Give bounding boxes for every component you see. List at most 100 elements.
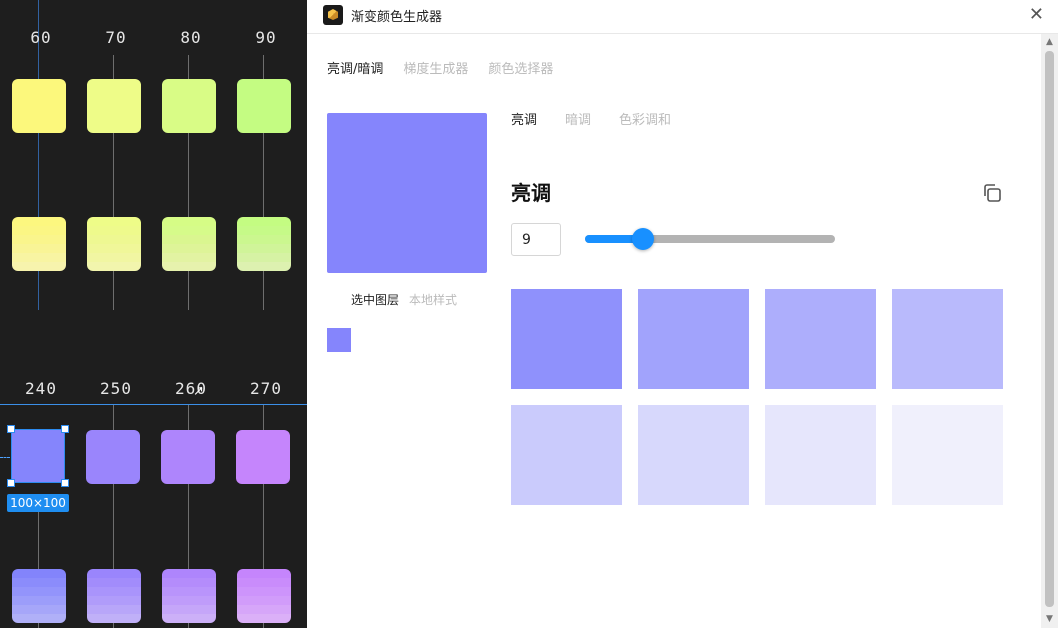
gradient-block-80[interactable]: [162, 217, 216, 271]
gradient-band: [237, 253, 291, 262]
selected-layer-color-swatch[interactable]: [327, 328, 351, 352]
title-bar: 渐变颜色生成器 ✕: [307, 0, 1058, 34]
gradient-band: [162, 244, 216, 253]
tab-tints-shades[interactable]: 亮调/暗调: [327, 58, 383, 77]
gradient-band: [237, 262, 291, 271]
tint-swatch[interactable]: [765, 405, 876, 505]
gradient-band: [237, 614, 291, 623]
tab-selected-layer[interactable]: 选中图层: [351, 291, 399, 308]
base-color-preview: [327, 113, 487, 273]
tint-swatch[interactable]: [765, 289, 876, 389]
resize-handle[interactable]: [61, 479, 69, 487]
color-swatch-70[interactable]: [87, 79, 141, 133]
color-swatch-250[interactable]: [86, 430, 140, 484]
gradient-band: [12, 226, 66, 235]
gradient-band: [12, 596, 66, 605]
gradient-band: [162, 226, 216, 235]
tint-swatch[interactable]: [892, 289, 1003, 389]
mode-tabs: 亮调 暗调 色彩调和: [511, 109, 671, 128]
resize-handle[interactable]: [7, 425, 15, 433]
column-label-90: 90: [255, 28, 277, 47]
gradient-band: [162, 262, 216, 271]
gradient-band: [12, 235, 66, 244]
steps-count-input[interactable]: [511, 223, 561, 256]
gradient-band: [162, 605, 216, 614]
gradient-band: [87, 569, 141, 578]
tint-swatch[interactable]: [892, 405, 1003, 505]
column-label-60: 60: [30, 28, 52, 47]
gradient-band: [12, 605, 66, 614]
source-tabs: 选中图层 本地样式: [351, 291, 457, 308]
horizontal-dashed-guide: [0, 457, 10, 458]
gradient-band: [162, 596, 216, 605]
tint-swatch[interactable]: [638, 289, 749, 389]
color-swatch-260[interactable]: [161, 430, 215, 484]
tint-swatch[interactable]: [638, 405, 749, 505]
gradient-block-270[interactable]: [237, 569, 291, 623]
pointer-cursor-icon: ↗: [193, 384, 204, 399]
gradient-band: [87, 605, 141, 614]
color-swatch-60[interactable]: [12, 79, 66, 133]
slider-thumb[interactable]: [632, 228, 654, 250]
gradient-block-260[interactable]: [162, 569, 216, 623]
gradient-band: [12, 262, 66, 271]
scrollbar-thumb[interactable]: [1045, 51, 1054, 607]
color-swatch-90[interactable]: [237, 79, 291, 133]
gradient-band: [237, 235, 291, 244]
resize-handle[interactable]: [7, 479, 15, 487]
gradient-band: [87, 253, 141, 262]
color-swatch-270[interactable]: [236, 430, 290, 484]
gradient-block-60[interactable]: [12, 217, 66, 271]
gradient-block-240[interactable]: [12, 569, 66, 623]
gradient-band: [87, 587, 141, 596]
vertical-scrollbar[interactable]: ▲ ▼: [1041, 34, 1058, 628]
gradient-band: [12, 569, 66, 578]
gradient-band: [12, 217, 66, 226]
column-label-260: 260: [175, 379, 207, 398]
tab-color-picker[interactable]: 颜色选择器: [488, 58, 553, 77]
gradient-block-250[interactable]: [87, 569, 141, 623]
color-swatch-80[interactable]: [162, 79, 216, 133]
gradient-band: [237, 605, 291, 614]
gradient-block-90[interactable]: [237, 217, 291, 271]
copy-icon[interactable]: [980, 181, 1004, 205]
gradient-band: [237, 596, 291, 605]
close-icon[interactable]: ✕: [1029, 5, 1044, 25]
gradient-band: [237, 226, 291, 235]
gradient-band: [162, 614, 216, 623]
scroll-down-arrow-icon[interactable]: ▼: [1041, 611, 1058, 628]
gradient-band: [237, 217, 291, 226]
gradient-band: [237, 244, 291, 253]
gradient-band: [87, 244, 141, 253]
gradient-band: [87, 578, 141, 587]
tab-tints[interactable]: 亮调: [511, 109, 537, 128]
gradient-band: [237, 578, 291, 587]
selection-box[interactable]: [11, 429, 65, 483]
gradient-band: [162, 569, 216, 578]
app-cube-icon: [323, 5, 343, 25]
column-label-80: 80: [180, 28, 202, 47]
gradient-band: [12, 587, 66, 596]
scroll-up-arrow-icon[interactable]: ▲: [1041, 34, 1058, 51]
tab-color-harmony[interactable]: 色彩调和: [619, 109, 671, 128]
gradient-block-70[interactable]: [87, 217, 141, 271]
resize-handle[interactable]: [61, 425, 69, 433]
tint-palette-grid: [511, 289, 1005, 505]
design-canvas[interactable]: 60 70 80 90 240 250 260 270 ↗ 100×100: [0, 0, 307, 628]
main-tabs: 亮调/暗调 梯度生成器 颜色选择器: [327, 58, 553, 77]
tab-local-styles[interactable]: 本地样式: [409, 291, 457, 308]
tab-shades[interactable]: 暗调: [565, 109, 591, 128]
gradient-band: [162, 587, 216, 596]
size-badge: 100×100: [7, 494, 69, 512]
column-label-240: 240: [25, 379, 57, 398]
gradient-band: [237, 587, 291, 596]
gradient-band: [87, 217, 141, 226]
column-label-270: 270: [250, 379, 282, 398]
tint-swatch[interactable]: [511, 289, 622, 389]
gradient-band: [162, 253, 216, 262]
tab-gradient-generator[interactable]: 梯度生成器: [403, 58, 468, 77]
gradient-band: [87, 614, 141, 623]
gradient-band: [12, 253, 66, 262]
steps-slider[interactable]: [585, 228, 835, 250]
tint-swatch[interactable]: [511, 405, 622, 505]
